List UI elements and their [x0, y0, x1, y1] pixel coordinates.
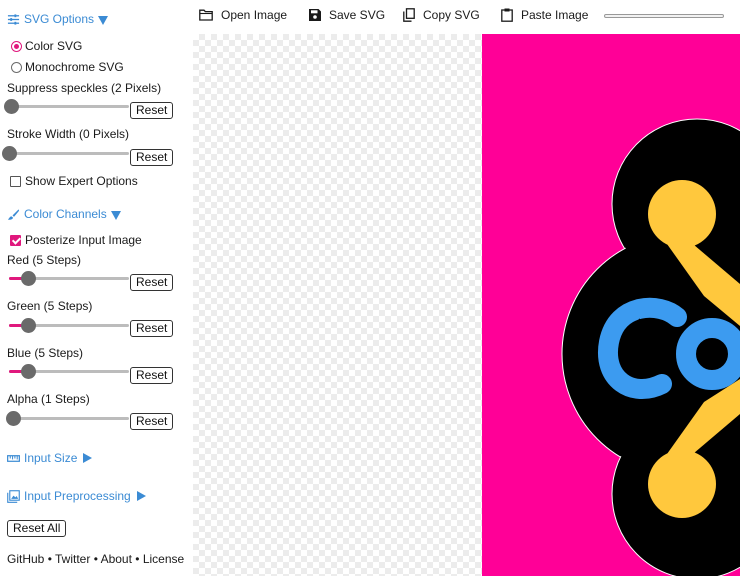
- red-reset-button[interactable]: Reset: [130, 274, 174, 291]
- speckles-reset-button[interactable]: Reset: [130, 102, 174, 119]
- monochrome-svg-option[interactable]: Monochrome SVG: [7, 60, 124, 74]
- save-icon: [309, 9, 321, 21]
- input-size-label: Input Size: [24, 451, 78, 465]
- slider-thumb[interactable]: [21, 364, 36, 379]
- chevron-down-icon: [110, 210, 121, 220]
- slider-thumb[interactable]: [6, 411, 21, 426]
- footer-links: GitHub • Twitter • About • License: [7, 552, 184, 566]
- sidebar: SVG Options Color SVG Monochrome SVG Sup…: [0, 0, 193, 576]
- blue-reset-button[interactable]: Reset: [130, 367, 174, 384]
- blue-label: Blue (5 Steps): [7, 346, 84, 360]
- folder-icon: [199, 9, 213, 21]
- copy-svg-label: Copy SVG: [423, 8, 480, 22]
- license-link[interactable]: License: [143, 552, 184, 566]
- clipboard-icon: [501, 8, 513, 22]
- monochrome-svg-radio[interactable]: [11, 61, 22, 73]
- input-size-toggle[interactable]: Input Size: [7, 451, 93, 465]
- slider-thumb[interactable]: [21, 318, 36, 333]
- toolbar: Open Image Save SVG Copy SVG Paste Image: [193, 0, 740, 34]
- sliders-icon: [7, 13, 20, 25]
- red-label: Red (5 Steps): [7, 253, 82, 267]
- copy-svg-button[interactable]: Copy SVG: [403, 8, 480, 22]
- logo-artwork: [482, 34, 740, 576]
- save-svg-label: Save SVG: [329, 8, 386, 22]
- monochrome-svg-label: Monochrome SVG: [25, 60, 124, 74]
- green-label: Green (5 Steps): [7, 299, 93, 313]
- alpha-label: Alpha (1 Steps): [7, 392, 90, 406]
- preview-canvas[interactable]: [193, 34, 740, 576]
- posterize-option[interactable]: Posterize Input Image: [7, 233, 142, 247]
- posterize-checkbox[interactable]: [10, 234, 21, 246]
- green-reset-button[interactable]: Reset: [130, 320, 174, 337]
- image-filter-icon: [7, 489, 20, 503]
- open-image-button[interactable]: Open Image: [199, 8, 287, 22]
- twitter-link[interactable]: Twitter: [55, 552, 90, 566]
- color-svg-option[interactable]: Color SVG: [7, 39, 82, 53]
- red-slider[interactable]: [9, 271, 129, 286]
- chevron-right-icon: [83, 453, 93, 463]
- about-link[interactable]: About: [101, 552, 132, 566]
- ruler-icon: [7, 454, 20, 462]
- stroke-width-slider[interactable]: [2, 146, 129, 161]
- slider-thumb[interactable]: [2, 146, 17, 161]
- brush-icon: [7, 208, 20, 220]
- paste-image-button[interactable]: Paste Image: [501, 8, 588, 22]
- color-svg-label: Color SVG: [25, 39, 83, 53]
- green-slider[interactable]: [9, 318, 129, 333]
- stroke-width-label: Stroke Width (0 Pixels): [7, 127, 130, 141]
- expert-options-label: Show Expert Options: [25, 174, 138, 188]
- slider-thumb[interactable]: [4, 99, 19, 114]
- color-channels-toggle[interactable]: Color Channels: [7, 207, 121, 221]
- color-svg-radio[interactable]: [11, 40, 22, 52]
- paste-image-label: Paste Image: [521, 8, 589, 22]
- save-svg-button[interactable]: Save SVG: [309, 8, 385, 22]
- progress-bar: [604, 14, 724, 18]
- alpha-slider[interactable]: [6, 411, 129, 426]
- chevron-down-icon: [98, 15, 109, 25]
- blue-slider[interactable]: [9, 364, 129, 379]
- separator: •: [131, 552, 143, 566]
- speckles-label: Suppress speckles (2 Pixels): [7, 81, 162, 95]
- posterize-label: Posterize Input Image: [25, 233, 142, 247]
- expert-options-checkbox[interactable]: [10, 175, 21, 187]
- input-preprocessing-label: Input Preprocessing: [24, 489, 131, 503]
- slider-thumb[interactable]: [21, 271, 36, 286]
- alpha-reset-button[interactable]: Reset: [130, 413, 174, 430]
- svg-options-toggle[interactable]: SVG Options: [7, 12, 109, 26]
- input-preprocessing-toggle[interactable]: Input Preprocessing: [7, 489, 146, 503]
- color-channels-label: Color Channels: [24, 207, 107, 221]
- separator: •: [90, 552, 101, 566]
- copy-icon: [403, 8, 415, 22]
- expert-options-option[interactable]: Show Expert Options: [7, 174, 138, 188]
- github-link[interactable]: GitHub: [7, 552, 44, 566]
- reset-all-button[interactable]: Reset All: [7, 520, 67, 537]
- stroke-width-reset-button[interactable]: Reset: [130, 149, 174, 166]
- speckles-slider[interactable]: [4, 99, 129, 114]
- open-image-label: Open Image: [221, 8, 288, 22]
- separator: •: [44, 552, 56, 566]
- svg-options-label: SVG Options: [24, 12, 95, 26]
- chevron-right-icon: [136, 491, 146, 501]
- svg-preview: [482, 34, 740, 576]
